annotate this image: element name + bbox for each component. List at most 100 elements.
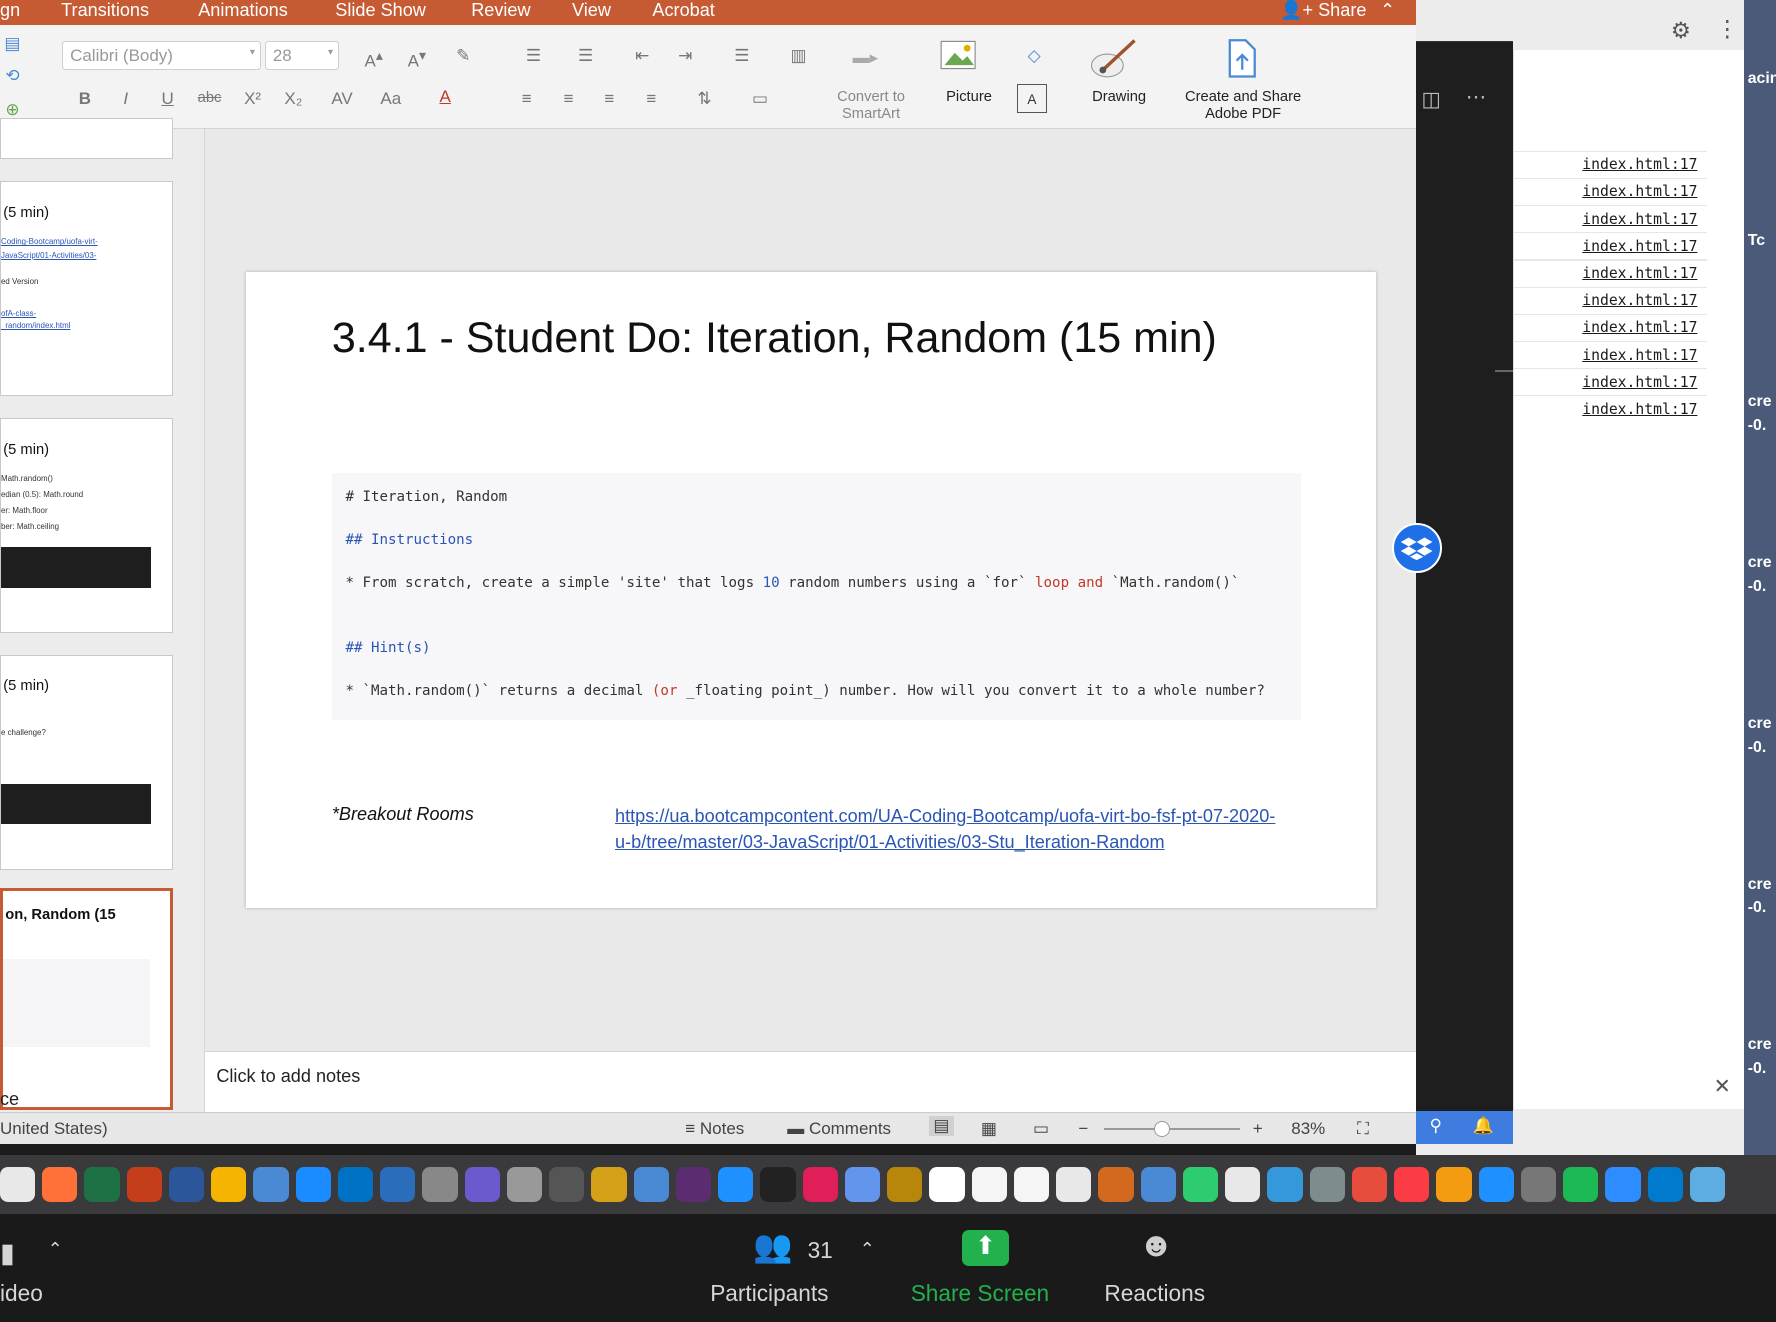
picture-button[interactable] bbox=[940, 38, 997, 83]
dock-app-icon[interactable] bbox=[1647, 1166, 1683, 1202]
collaborate-icon[interactable]: ⚲ bbox=[1429, 1116, 1441, 1136]
console-source-link[interactable]: index.html:17 bbox=[1582, 156, 1697, 173]
slide-thumbnail-selected[interactable]: on, Random (15 bbox=[0, 888, 174, 1111]
dock-app-icon[interactable] bbox=[1309, 1166, 1345, 1202]
dock-app-icon[interactable] bbox=[1520, 1166, 1557, 1202]
dock-app-icon[interactable] bbox=[422, 1166, 458, 1202]
create-share-pdf-button[interactable] bbox=[1223, 38, 1268, 83]
dock-app-icon[interactable] bbox=[718, 1166, 754, 1202]
dock-app-icon[interactable] bbox=[633, 1166, 669, 1202]
font-size-select[interactable]: 28 ▾ bbox=[265, 40, 339, 71]
decrease-indent-icon[interactable]: ⇤ bbox=[625, 41, 659, 70]
dock-app-icon[interactable] bbox=[549, 1166, 585, 1202]
dock-app-icon[interactable] bbox=[929, 1166, 965, 1202]
console-source-link[interactable]: index.html:17 bbox=[1582, 238, 1697, 255]
reading-view-icon[interactable]: ▭ bbox=[1033, 1119, 1049, 1139]
tab-review[interactable]: Review bbox=[471, 0, 530, 21]
tab-view[interactable]: View bbox=[572, 0, 611, 21]
dock-app-icon[interactable] bbox=[1182, 1166, 1219, 1202]
participants-button[interactable]: 👥 31 ⌃ Participants bbox=[710, 1214, 891, 1322]
video-options-chevron-icon[interactable]: ⌃ bbox=[48, 1239, 63, 1260]
dock-app-icon[interactable] bbox=[887, 1166, 923, 1202]
dock-app-icon[interactable] bbox=[42, 1166, 78, 1202]
breakout-rooms-link[interactable]: https://ua.bootcampcontent.com/UA-Coding… bbox=[615, 804, 1283, 855]
tab-animations[interactable]: Animations bbox=[198, 0, 288, 21]
dock-app-icon[interactable] bbox=[1267, 1166, 1303, 1202]
dock-app-icon[interactable] bbox=[971, 1166, 1007, 1202]
shapes-icon[interactable]: ◇ bbox=[1017, 41, 1051, 70]
dock-app-icon[interactable] bbox=[675, 1166, 712, 1202]
dock-app-icon[interactable] bbox=[1225, 1166, 1261, 1202]
dock-app-icon[interactable] bbox=[1689, 1166, 1726, 1202]
tab-design[interactable]: gn bbox=[0, 0, 20, 21]
dock-app-icon[interactable] bbox=[211, 1166, 247, 1202]
slide-title[interactable]: 3.4.1 - Student Do: Iteration, Random (1… bbox=[332, 310, 1261, 367]
dock-app-icon[interactable] bbox=[84, 1166, 120, 1202]
split-editor-icon[interactable]: ◫ bbox=[1422, 87, 1441, 112]
decrease-font-icon[interactable]: A▾ bbox=[396, 41, 437, 71]
dock-app-icon[interactable] bbox=[1436, 1166, 1472, 1202]
dock-app-icon[interactable] bbox=[506, 1166, 543, 1202]
slide-sorter-icon[interactable]: ▦ bbox=[981, 1119, 997, 1139]
tab-acrobat[interactable]: Acrobat bbox=[652, 0, 714, 21]
underline-icon[interactable]: U bbox=[153, 84, 182, 113]
close-drawer-icon[interactable]: ✕ bbox=[1714, 1074, 1731, 1099]
increase-indent-icon[interactable]: ⇥ bbox=[668, 41, 702, 70]
bold-icon[interactable]: B bbox=[70, 84, 99, 113]
dock-app-icon[interactable] bbox=[1013, 1166, 1050, 1202]
language-indicator[interactable]: United States) bbox=[0, 1119, 108, 1139]
participants-chevron-icon[interactable]: ⌃ bbox=[860, 1239, 875, 1260]
dock-app-icon[interactable] bbox=[380, 1166, 416, 1202]
settings-gear-icon[interactable]: ⚙ bbox=[1671, 17, 1691, 44]
line-spacing-icon[interactable]: ☰ bbox=[720, 41, 763, 70]
dropbox-badge[interactable] bbox=[1392, 523, 1442, 574]
dock-app-icon[interactable] bbox=[295, 1166, 331, 1202]
console-source-link[interactable]: index.html:17 bbox=[1582, 183, 1697, 200]
dock-app-icon[interactable] bbox=[802, 1166, 838, 1202]
align-right-icon[interactable]: ≡ bbox=[595, 84, 624, 113]
slide-thumbnail[interactable]: (5 min) Math.random() edian (0.5): Math.… bbox=[0, 417, 174, 634]
numbering-icon[interactable]: ☰ bbox=[564, 41, 607, 70]
justify-icon[interactable]: ≡ bbox=[637, 84, 666, 113]
dock-app-icon[interactable] bbox=[1605, 1166, 1641, 1202]
bell-icon[interactable]: 🔔 bbox=[1473, 1116, 1494, 1136]
zoom-level[interactable]: 83% bbox=[1291, 1119, 1325, 1139]
superscript-icon[interactable]: X² bbox=[238, 84, 267, 113]
console-source-link[interactable]: index.html:17 bbox=[1582, 374, 1697, 391]
zoom-slider[interactable] bbox=[1104, 1121, 1241, 1138]
video-label[interactable]: ideo bbox=[0, 1280, 43, 1307]
zoom-out-icon[interactable]: − bbox=[1078, 1119, 1088, 1139]
font-color-icon[interactable]: A bbox=[430, 82, 459, 111]
slide-thumbnail[interactable] bbox=[0, 117, 174, 159]
tab-transitions[interactable]: Transitions bbox=[61, 0, 149, 21]
character-spacing-icon[interactable]: AV bbox=[323, 84, 362, 113]
console-source-link[interactable]: index.html:17 bbox=[1582, 292, 1697, 309]
dock-app-icon[interactable] bbox=[1056, 1166, 1092, 1202]
dock-app-icon[interactable] bbox=[1563, 1166, 1599, 1202]
collapse-ribbon-icon[interactable]: ⌃ bbox=[1380, 0, 1395, 20]
notes-toggle[interactable]: ≡ Notes bbox=[685, 1119, 744, 1139]
console-source-link[interactable]: index.html:17 bbox=[1582, 347, 1697, 364]
layout-icon[interactable]: ▤ bbox=[0, 29, 25, 58]
strikethrough-icon[interactable]: abc bbox=[195, 84, 224, 113]
zoom-in-icon[interactable]: + bbox=[1253, 1119, 1263, 1139]
zoom-slider-handle[interactable] bbox=[1154, 1121, 1171, 1138]
columns-icon[interactable]: ▥ bbox=[777, 41, 820, 70]
dock-app-icon[interactable] bbox=[253, 1166, 289, 1202]
console-source-link[interactable]: index.html:17 bbox=[1582, 211, 1697, 228]
dock-app-icon[interactable] bbox=[126, 1166, 162, 1202]
minimap-slider[interactable] bbox=[1495, 370, 1514, 373]
align-left-icon[interactable]: ≡ bbox=[512, 84, 541, 113]
dock-app-icon[interactable] bbox=[1098, 1166, 1134, 1202]
convert-smartart-button[interactable]: ▬▸ bbox=[836, 43, 904, 77]
dock-app-icon[interactable] bbox=[844, 1166, 881, 1202]
share-screen-button[interactable]: ⬆ Share Screen bbox=[911, 1214, 1063, 1322]
dock-app-icon[interactable] bbox=[0, 1166, 36, 1202]
increase-font-icon[interactable]: A▴ bbox=[353, 41, 394, 71]
align-text-icon[interactable]: ▭ bbox=[739, 84, 782, 113]
fit-to-window-icon[interactable]: ⛶ bbox=[1357, 1119, 1369, 1139]
slide-thumbnail[interactable]: (5 min) Coding-Bootcamp/uofa-virt- JavaS… bbox=[0, 181, 174, 397]
more-actions-icon[interactable]: ⋯ bbox=[1466, 85, 1486, 110]
dock-app-icon[interactable] bbox=[1351, 1166, 1388, 1202]
console-source-link[interactable]: index.html:17 bbox=[1582, 265, 1697, 282]
